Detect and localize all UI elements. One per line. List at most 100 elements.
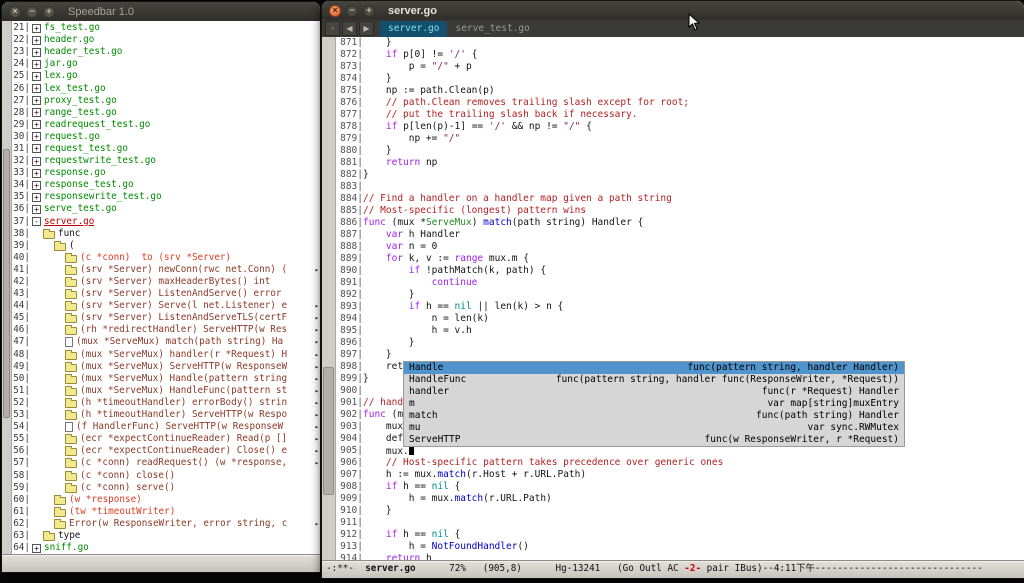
code-line[interactable]: 884|// Find a handler on a handler map g… <box>336 193 1024 205</box>
speedbar-row[interactable]: 32|+requestwrite_test.go <box>12 155 320 167</box>
tag-label[interactable]: (mux *ServeMux) ServeHTTP(w ResponseW <box>80 361 287 373</box>
code-line[interactable]: 889| for k, v := range mux.m { <box>336 253 1024 265</box>
expand-icon[interactable]: + <box>32 96 41 105</box>
speedbar-row[interactable]: 59|(c *conn) serve() <box>12 482 320 494</box>
code-line[interactable]: 878| if p[len(p)-1] == '/' && np != "/" … <box>336 121 1024 133</box>
speedbar-row[interactable]: 58|(c *conn) close() <box>12 469 320 481</box>
code-line[interactable]: 909| h = mux.match(r.URL.Path) <box>336 493 1024 505</box>
speedbar-row[interactable]: 54|(f HandlerFunc) ServeHTTP(w ResponseW… <box>12 421 320 433</box>
tag-label[interactable]: (srv *Server) maxHeaderBytes() int <box>80 276 270 288</box>
speedbar-row[interactable]: 61|(tw *timeoutWriter) <box>12 506 320 518</box>
tag-label[interactable]: (c *conn) serve() <box>80 482 175 494</box>
speedbar-row[interactable]: 35|+responsewrite_test.go <box>12 191 320 203</box>
expand-icon[interactable]: + <box>32 108 41 117</box>
speedbar-row[interactable]: 40|(c *conn) to (srv *Server) <box>12 252 320 264</box>
tag-label[interactable]: (ecr *expectContinueReader) Close() e <box>80 445 287 457</box>
speedbar-row[interactable]: 29|+readrequest_test.go <box>12 119 320 131</box>
tag-label[interactable]: (h *timeoutHandler) errorBody() strin <box>80 397 287 409</box>
maximize-icon[interactable]: + <box>363 5 375 17</box>
tag-label[interactable]: (tw *timeoutWriter) <box>69 506 175 518</box>
code-line[interactable]: 882|} <box>336 169 1024 181</box>
code-line[interactable]: 911| <box>336 517 1024 529</box>
autocomplete-item[interactable]: muvar sync.RWMutex <box>404 422 904 434</box>
expand-icon[interactable]: + <box>32 72 41 81</box>
tag-label[interactable]: (c *conn) to (srv *Server) <box>80 252 231 264</box>
speedbar-row[interactable]: 48|(mux *ServeMux) handler(r *Request) H… <box>12 349 320 361</box>
code-line[interactable]: 890| if !pathMatch(k, path) { <box>336 265 1024 277</box>
speedbar-row[interactable]: 52|(h *timeoutHandler) errorBody() strin… <box>12 397 320 409</box>
editor-tab[interactable]: serve_test.go <box>447 21 537 37</box>
speedbar-row[interactable]: 45|(srv *Server) ListenAndServeTLS(certF… <box>12 312 320 324</box>
speedbar-row[interactable]: 63|type <box>12 530 320 542</box>
speedbar-row[interactable]: 43|(srv *Server) ListenAndServe() error <box>12 288 320 300</box>
speedbar-row[interactable]: 49|(mux *ServeMux) ServeHTTP(w ResponseW… <box>12 361 320 373</box>
speedbar-row[interactable]: 38|func <box>12 228 320 240</box>
speedbar-row[interactable]: 60|(w *response) <box>12 494 320 506</box>
file-label[interactable]: response_test.go <box>44 179 134 191</box>
expand-icon[interactable]: + <box>32 60 41 69</box>
tag-label[interactable]: ( <box>69 240 75 252</box>
scrollbar-thumb[interactable] <box>3 149 10 418</box>
speedbar-row[interactable]: 44|(srv *Server) Serve(l net.Listener) e… <box>12 300 320 312</box>
tag-label[interactable]: (rh *redirectHandler) ServeHTTP(w Res <box>80 324 287 336</box>
speedbar-row[interactable]: 55|(ecr *expectContinueReader) Read(p []… <box>12 433 320 445</box>
expand-icon[interactable]: + <box>32 84 41 93</box>
code-line[interactable]: 872| if p[0] != '/' { <box>336 49 1024 61</box>
speedbar-row[interactable]: 50|(mux *ServeMux) Handle(pattern string… <box>12 373 320 385</box>
speedbar-row[interactable]: 53|(h *timeoutHandler) ServeHTTP(w Respo… <box>12 409 320 421</box>
expand-icon[interactable]: + <box>32 157 41 166</box>
speedbar-row[interactable]: 64|+sniff.go <box>12 542 320 554</box>
tag-label[interactable]: (mux *ServeMux) handler(r *Request) H <box>80 349 287 361</box>
maximize-icon[interactable]: + <box>43 6 55 18</box>
tag-label[interactable]: (h *timeoutHandler) ServeHTTP(w Respo <box>80 409 287 421</box>
code-line[interactable]: 877| // put the trailing slash back if n… <box>336 109 1024 121</box>
expand-icon[interactable]: + <box>32 120 41 129</box>
file-label[interactable]: header_test.go <box>44 46 122 58</box>
file-label[interactable]: readrequest_test.go <box>44 119 150 131</box>
expand-icon[interactable]: + <box>32 144 41 153</box>
speedbar-row[interactable]: 31|+request_test.go <box>12 143 320 155</box>
file-label[interactable]: serve_test.go <box>44 203 117 215</box>
speedbar-row[interactable]: 46|(rh *redirectHandler) ServeHTTP(w Res… <box>12 324 320 336</box>
close-icon[interactable]: × <box>9 6 21 18</box>
expand-icon[interactable]: + <box>32 24 41 33</box>
speedbar-row[interactable]: 22|+header.go <box>12 34 320 46</box>
editor-tab[interactable]: server.go <box>380 21 447 37</box>
tag-label[interactable]: (srv *Server) ListenAndServeTLS(certF <box>80 312 287 324</box>
code-line[interactable]: 891| continue <box>336 277 1024 289</box>
speedbar-row[interactable]: 62|Error(w ResponseWriter, error string,… <box>12 518 320 530</box>
code-line[interactable]: 875| np := path.Clean(p) <box>336 85 1024 97</box>
code-line[interactable]: 910| } <box>336 505 1024 517</box>
tag-label[interactable]: (mux *ServeMux) match(path string) Ha <box>76 336 283 348</box>
file-label[interactable]: proxy_test.go <box>44 95 117 107</box>
code-line[interactable]: 913| h = NotFoundHandler() <box>336 541 1024 553</box>
file-label[interactable]: header.go <box>44 34 94 46</box>
code-line[interactable]: 908| if h == nil { <box>336 481 1024 493</box>
file-label[interactable]: server.go <box>44 216 94 228</box>
tag-label[interactable]: (srv *Server) ListenAndServe() error <box>80 288 282 300</box>
expand-icon[interactable]: + <box>32 36 41 45</box>
tag-label[interactable]: type <box>58 530 80 542</box>
tag-label[interactable]: (ecr *expectContinueReader) Read(p [] <box>80 433 287 445</box>
code-line[interactable]: 885|// Most-specific (longest) pattern w… <box>336 205 1024 217</box>
tag-label[interactable]: Error(w ResponseWriter, error string, c <box>69 518 287 530</box>
file-label[interactable]: request_test.go <box>44 143 128 155</box>
scrollbar-thumb[interactable] <box>323 367 334 495</box>
file-label[interactable]: responsewrite_test.go <box>44 191 162 203</box>
code-line[interactable]: 880| } <box>336 145 1024 157</box>
tab-home-button[interactable]: ▫ <box>325 21 340 36</box>
close-icon[interactable]: × <box>329 5 341 17</box>
tab-forward-button[interactable]: ▶ <box>359 21 374 36</box>
file-label[interactable]: sniff.go <box>44 542 89 554</box>
tag-label[interactable]: (srv *Server) newConn(rwc net.Conn) ( <box>80 264 287 276</box>
code-line[interactable]: 881| return np <box>336 157 1024 169</box>
expand-icon[interactable]: + <box>32 169 41 178</box>
file-label[interactable]: requestwrite_test.go <box>44 155 156 167</box>
collapse-icon[interactable]: - <box>32 217 41 226</box>
speedbar-row[interactable]: 56|(ecr *expectContinueReader) Close() e… <box>12 445 320 457</box>
speedbar-titlebar[interactable]: × − + Speedbar 1.0 <box>2 2 320 22</box>
autocomplete-item[interactable]: matchfunc(path string) Handler <box>404 410 904 422</box>
code-line[interactable]: 907| h := mux.match(r.Host + r.URL.Path) <box>336 469 1024 481</box>
speedbar-row[interactable]: 27|+proxy_test.go <box>12 95 320 107</box>
code-line[interactable]: 876| // path.Clean removes trailing slas… <box>336 97 1024 109</box>
